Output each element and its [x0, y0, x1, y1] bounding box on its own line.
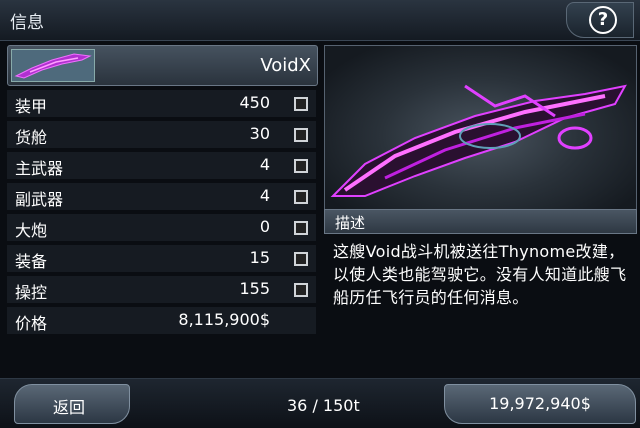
- stat-label: 货舱: [15, 128, 48, 147]
- stat-checkbox[interactable]: [294, 283, 308, 297]
- stat-checkbox[interactable]: [294, 190, 308, 204]
- stat-value: 4: [259, 186, 270, 205]
- page-title: 信息: [10, 13, 44, 33]
- back-button[interactable]: 返回: [14, 384, 130, 424]
- ship-header: VoidX: [7, 45, 318, 86]
- stat-label: 主武器: [15, 159, 64, 178]
- stat-row-secondary-weapon: 副武器 4: [7, 183, 316, 210]
- stat-row-cannon: 大炮 0: [7, 214, 316, 241]
- stat-value: 0: [259, 217, 270, 236]
- stat-checkbox[interactable]: [294, 159, 308, 173]
- money-display[interactable]: 19,972,940$: [444, 384, 636, 424]
- stat-checkbox[interactable]: [294, 97, 308, 111]
- stat-label: 副武器: [15, 190, 64, 209]
- stat-checkbox[interactable]: [294, 221, 308, 235]
- stat-label: 价格: [15, 314, 48, 333]
- cargo-capacity: 36 / 150t: [287, 396, 360, 415]
- stat-checkbox[interactable]: [294, 128, 308, 142]
- stat-value: 30: [249, 124, 270, 143]
- ship-name: VoidX: [260, 55, 311, 76]
- stat-row-armor: 装甲 450: [7, 90, 316, 117]
- stat-label: 大炮: [15, 221, 48, 240]
- stat-value: 155: [239, 279, 270, 298]
- help-icon: ?: [589, 6, 617, 34]
- stat-checkbox[interactable]: [294, 252, 308, 266]
- stat-row-handling: 操控 155: [7, 276, 316, 303]
- stat-value: 4: [259, 155, 270, 174]
- stat-label: 装备: [15, 252, 48, 271]
- top-bar: 信息 ?: [0, 0, 640, 41]
- description-header: 描述: [324, 209, 637, 234]
- ship-thumbnail: [11, 49, 95, 82]
- stat-row-primary-weapon: 主武器 4: [7, 152, 316, 179]
- description-text: 这艘Void战斗机被送往Thynome改建，以使人类也能驾驶它。没有人知道此艘飞…: [333, 242, 627, 307]
- stat-row-equipment: 装备 15: [7, 245, 316, 272]
- stat-label: 装甲: [15, 97, 48, 116]
- price-value: 8,115,900$: [178, 310, 270, 329]
- description-title: 描述: [335, 214, 366, 232]
- stat-value: 15: [249, 248, 270, 267]
- stat-row-price: 价格 8,115,900$: [7, 307, 316, 334]
- help-button[interactable]: ?: [566, 2, 634, 38]
- back-button-label: 返回: [53, 398, 86, 417]
- stat-label: 操控: [15, 283, 48, 302]
- stat-row-cargo: 货舱 30: [7, 121, 316, 148]
- ship-preview: [324, 45, 637, 210]
- stat-value: 450: [239, 93, 270, 112]
- money-value: 19,972,940$: [489, 394, 591, 413]
